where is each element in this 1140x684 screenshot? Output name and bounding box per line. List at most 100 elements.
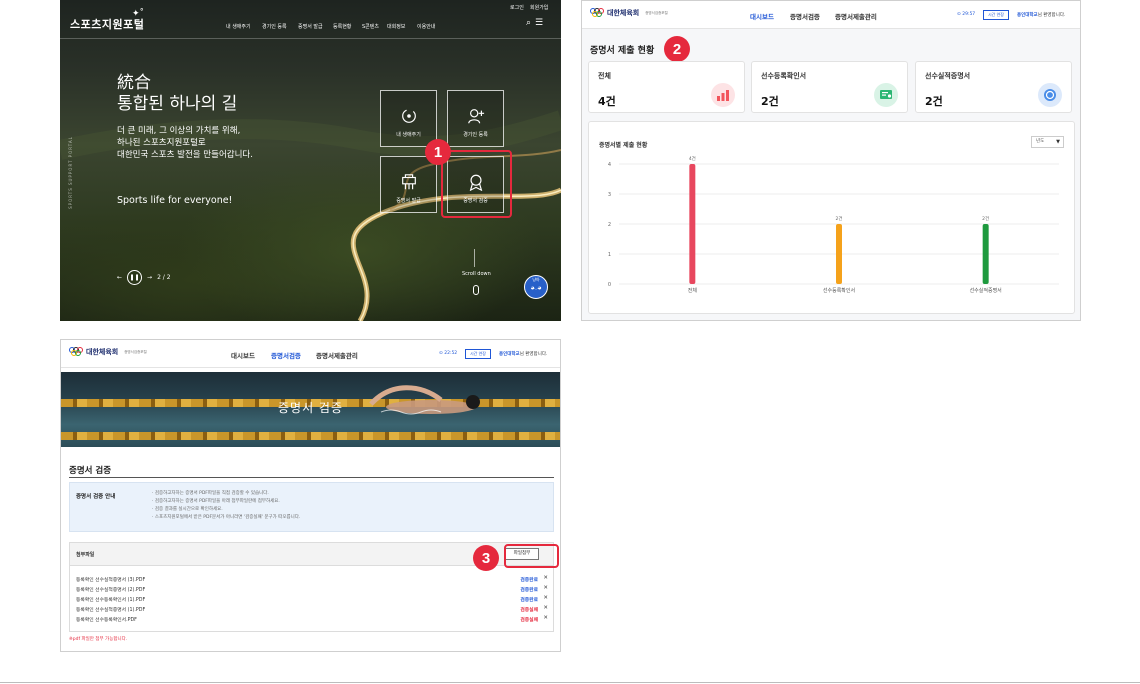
file-row: 등록확인 선수등록확인서 (1).PDF 검증완료 ✕ bbox=[76, 595, 548, 605]
file-row: 등록확인 선수실적증명서 (2).PDF 검증완료 ✕ bbox=[76, 585, 548, 595]
card-label: 선수실적증명서 bbox=[925, 72, 971, 80]
menu-icon[interactable]: ☰ bbox=[535, 18, 547, 28]
dashboard-header: 대한체육회 증명서검증포털 대시보드 증명서검증 증명서제출관리 ⊙ 29:57… bbox=[582, 1, 1080, 29]
x-tick-label: 전체 bbox=[688, 287, 698, 294]
session-timer: ⊙ 29:57 bbox=[957, 12, 976, 17]
x-tick-label: 선수실적증명서 bbox=[970, 287, 1002, 294]
file-name: 등록확인 선수실적증명서 (3).PDF bbox=[76, 578, 146, 583]
org-logo[interactable]: 대한체육회 증명서검증포털 bbox=[590, 8, 668, 18]
file-name: 등록확인 선수등록확인서.PDF bbox=[76, 618, 137, 623]
hero-tagline: Sports life for everyone! bbox=[117, 195, 233, 206]
y-tick-label: 2 bbox=[608, 222, 611, 228]
welcome-name: 용인대학교 bbox=[499, 352, 520, 357]
add-user-icon bbox=[467, 109, 484, 124]
nav-scontent[interactable]: S콘텐츠 bbox=[362, 23, 379, 30]
remove-file-icon[interactable]: ✕ bbox=[543, 615, 548, 621]
extend-session-button[interactable]: 시간 연장 bbox=[465, 349, 491, 359]
certificate-icon bbox=[874, 83, 898, 107]
guide-line: · 검증하고자하는 증명서 PDF파일을 아래 첨부파일란에 첨부하세요. bbox=[152, 499, 280, 504]
portal-screenshot: 스포츠지원포털 ✦˚ 로그인 회원가입 내 생애주기 경기인 등록 증명서 발급… bbox=[60, 0, 561, 321]
quick-register-button[interactable]: 경기인 등록 bbox=[447, 90, 504, 147]
org-name: 대한체육회 bbox=[607, 9, 640, 17]
scroll-line bbox=[474, 249, 475, 267]
session-timer: ⊙ 22:52 bbox=[439, 351, 458, 356]
logo-sparkle-icon: ✦˚ bbox=[132, 9, 145, 19]
welcome-text: 용인대학교님 환영합니다. bbox=[1017, 12, 1065, 18]
page-bottom-rule bbox=[0, 682, 1140, 683]
remove-file-icon[interactable]: ✕ bbox=[543, 595, 548, 601]
nav-athlete-register[interactable]: 경기인 등록 bbox=[262, 23, 287, 30]
data-label: 4건 bbox=[689, 156, 696, 162]
nav-competition-info[interactable]: 대회정보 bbox=[387, 23, 405, 30]
side-vertical-text: SPORTS SUPPORT PORTAL bbox=[67, 136, 73, 209]
nav-dashboard[interactable]: 대시보드 bbox=[231, 350, 255, 360]
remove-file-icon[interactable]: ✕ bbox=[543, 585, 548, 591]
nav-dashboard[interactable]: 대시보드 bbox=[750, 11, 774, 21]
guide-title: 증명서 검증 안내 bbox=[76, 494, 116, 500]
guide-line: · 검증하고자하는 증명서 PDF파일을 직접 검증할 수 있습니다. bbox=[152, 491, 269, 496]
coin-icon bbox=[1038, 83, 1062, 107]
nav-lifecycle[interactable]: 내 생애주기 bbox=[226, 23, 251, 30]
slider-pager: ← ❚❚ → 2 / 2 bbox=[117, 270, 171, 285]
hero-desc-line3: 대한민국 스포츠 발전을 만들어갑니다. bbox=[117, 150, 253, 160]
summary-card-registration: 선수등록확인서 2건 bbox=[751, 61, 908, 113]
file-status: 검증완료 bbox=[520, 598, 538, 603]
nav-submission-manage[interactable]: 증명서제출관리 bbox=[316, 350, 358, 360]
highlight-attach-box bbox=[504, 544, 559, 568]
scroll-indicator: Scroll down bbox=[462, 249, 491, 295]
page-title: 증명서 제출 현황 bbox=[590, 46, 655, 56]
step-badge-3: 3 bbox=[473, 545, 499, 571]
lifecycle-icon bbox=[401, 109, 416, 123]
file-status: 검증완료 bbox=[520, 588, 538, 593]
verify-screenshot: 대한체육회 증명서검증포털 대시보드 증명서검증 증명서제출관리 ⊙ 22:52… bbox=[60, 339, 561, 652]
pager-count: 2 / 2 bbox=[157, 274, 171, 281]
next-arrow-icon[interactable]: → bbox=[147, 274, 152, 281]
pause-button[interactable]: ❚❚ bbox=[127, 270, 143, 285]
hero-desc-line2: 하나된 스포츠지원포털로 bbox=[117, 138, 206, 148]
y-tick-label: 3 bbox=[608, 192, 611, 198]
signup-link[interactable]: 회원가입 bbox=[530, 4, 548, 11]
quick-issue-button[interactable]: 증명서 발급 bbox=[380, 156, 437, 213]
nav-certificate-issue[interactable]: 증명서 발급 bbox=[298, 23, 323, 30]
org-subtitle: 증명서검증포털 bbox=[124, 349, 147, 354]
card-label: 선수등록확인서 bbox=[761, 72, 807, 80]
y-tick-label: 1 bbox=[608, 252, 611, 258]
quick-lifecycle-button[interactable]: 내 생애주기 bbox=[380, 90, 437, 147]
header-divider bbox=[60, 38, 561, 39]
mascot-label: 냥아 bbox=[532, 277, 540, 282]
extend-session-button[interactable]: 시간 연장 bbox=[983, 10, 1009, 20]
bar bbox=[689, 164, 696, 284]
y-tick-label: 4 bbox=[608, 162, 611, 168]
file-status: 검증실패 bbox=[520, 618, 538, 623]
card-label: 전체 bbox=[598, 72, 611, 80]
lane-rope bbox=[61, 432, 560, 440]
prev-arrow-icon[interactable]: ← bbox=[117, 274, 122, 281]
file-status: 검증실패 bbox=[520, 608, 538, 613]
year-select[interactable]: 년도 bbox=[1031, 136, 1064, 148]
welcome-name: 용인대학교 bbox=[1017, 13, 1038, 18]
swimmer-banner: 증명서 검증 bbox=[61, 372, 560, 447]
nav-verify[interactable]: 증명서검증 bbox=[271, 350, 301, 360]
y-tick-label: 0 bbox=[608, 282, 611, 288]
nav-submission-manage[interactable]: 증명서제출관리 bbox=[835, 11, 877, 21]
file-row: 등록확인 선수실적증명서 (3).PDF 검증완료 ✕ bbox=[76, 575, 548, 585]
highlight-verify-box bbox=[441, 150, 512, 218]
olympic-rings-icon bbox=[590, 8, 604, 18]
org-logo[interactable]: 대한체육회 증명서검증포털 bbox=[69, 347, 147, 357]
search-icon[interactable]: ⌕ bbox=[526, 18, 535, 28]
guide-line: · 검증 결과를 실시간으로 확인하세요. bbox=[152, 507, 223, 512]
nav-verify[interactable]: 증명서검증 bbox=[790, 11, 820, 21]
card-value: 4건 bbox=[598, 95, 616, 108]
remove-file-icon[interactable]: ✕ bbox=[543, 605, 548, 611]
quick-label: 증명서 발급 bbox=[396, 198, 421, 204]
mascot-chat-button[interactable]: 냥아 ◕◡◕ bbox=[524, 275, 548, 299]
nav-usage-guide[interactable]: 이용안내 bbox=[417, 23, 435, 30]
org-subtitle: 증명서검증포털 bbox=[645, 10, 668, 15]
remove-file-icon[interactable]: ✕ bbox=[543, 575, 548, 581]
mouse-icon bbox=[473, 285, 480, 295]
pdf-only-note: ※pdf 파일만 첨부 가능합니다. bbox=[69, 637, 128, 642]
mascot-face-icon: ◕◡◕ bbox=[530, 285, 542, 290]
hero-title: 통합된 하나의 길 bbox=[117, 94, 238, 114]
nav-registration-status[interactable]: 등록현황 bbox=[333, 23, 351, 30]
login-link[interactable]: 로그인 bbox=[510, 4, 524, 11]
